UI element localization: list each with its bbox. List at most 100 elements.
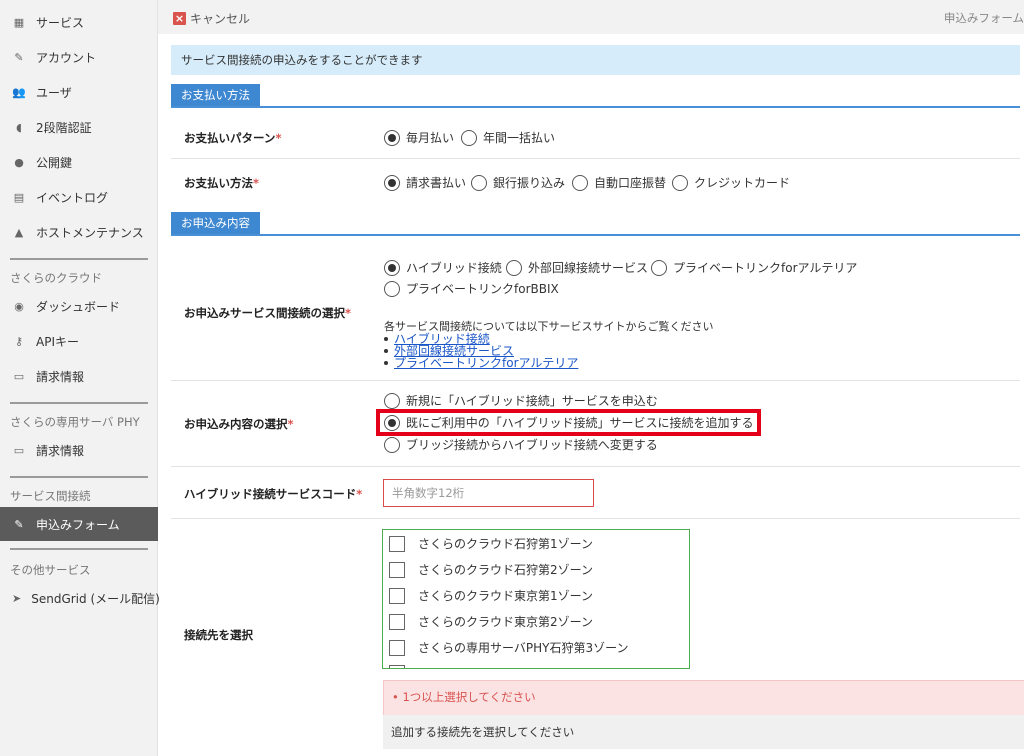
checkbox-label: さくらのクラウド石狩第1ゾーン [418,537,594,551]
radio-label: 年間一括払い [483,131,556,145]
highlight-box [376,409,761,436]
wrench-icon: ✎ [14,517,24,531]
sidebar-item-2fa[interactable]: ◖ 2段階認証 [0,110,158,144]
section-header-order: お申込み内容 [171,212,1020,236]
sidebar-item-api-key[interactable]: ⚷ APIキー [0,324,158,358]
checkbox-label: さくらのクラウド石狩第2ゾーン [418,563,594,577]
service-code-input[interactable]: 半角数字12桁 [383,479,594,507]
radio-icon [651,259,667,276]
radio-icon [672,174,688,191]
sidebar-item-label: 公開鍵 [36,155,73,170]
radio-label: 外部回線接続サービス [528,261,649,275]
radio-bridge-to-hybrid[interactable]: ブリッジ接続からハイブリッド接続へ変更する [384,436,658,453]
sidebar-section-title: その他サービス [10,563,91,577]
checkbox-icon [389,561,405,578]
required-mark: * [345,306,352,320]
label-text: お申込みサービス間接続の選択 [184,306,345,320]
service-links: ハイブリッド接続 外部回線接続サービス プライベートリンクforアルテリア [384,333,578,369]
required-mark: * [253,176,260,190]
cancel-label: キャンセル [190,12,251,26]
checkbox-ishikari-1[interactable]: さくらのクラウド石狩第1ゾーン [389,535,593,552]
sidebar-divider [10,402,148,404]
radio-bank-transfer[interactable]: 銀行振り込み [471,174,565,191]
list-item: プライベートリンクforアルテリア [384,357,578,369]
radio-icon [506,259,522,276]
radio-label: プライベートリンクforBBIX [406,282,559,296]
checkbox-ishikari-2[interactable]: さくらのクラウド石狩第2ゾーン [389,561,593,578]
radio-label: ブリッジ接続からハイブリッド接続へ変更する [406,438,658,452]
label-text: お支払いパターン [184,131,276,145]
close-icon: × [173,12,186,25]
radio-external-line[interactable]: 外部回線接続サービス [506,259,648,276]
radio-private-link-arteria[interactable]: プライベートリンクforアルテリア [651,259,857,276]
checkbox-partial [389,665,418,668]
sidebar-item-sendgrid[interactable]: ➤ SendGrid (メール配信) [0,581,160,615]
sidebar-item-dashboard[interactable]: ◉ ダッシュボード [0,289,158,323]
radio-label: 自動口座振替 [594,176,667,190]
section-title: お支払い方法 [171,84,260,106]
sidebar-item-users[interactable]: 👥 ユーザ [0,75,158,109]
sidebar-item-label: 請求情報 [36,369,85,384]
section-header-payment: お支払い方法 [171,84,1020,108]
sidebar-item-services[interactable]: ▦ サービス [0,5,158,39]
sidebar-divider [10,548,148,550]
required-mark: * [356,487,363,501]
card-icon: ▭ [13,369,25,383]
radio-monthly[interactable]: 毎月払い [384,129,454,146]
sidebar-item-application-form[interactable]: ✎ 申込みフォーム [0,507,158,541]
field-label-destination: 接続先を選択 [184,628,253,642]
link-private-link-arteria[interactable]: プライベートリンクforアルテリア [394,357,578,369]
bullet [384,361,388,365]
radio-yearly[interactable]: 年間一括払い [461,129,555,146]
sidebar-divider [10,258,148,260]
sidebar-item-host-maintenance[interactable]: ▲ ホストメンテナンス [0,215,158,249]
sidebar-item-label: アカウント [36,50,97,65]
checkbox-label: さくらの専用サーバPHY石狩第3ゾーン [418,641,629,655]
checkbox-tokyo-1[interactable]: さくらのクラウド東京第1ゾーン [389,587,593,604]
checkbox-phy-ishikari-3[interactable]: さくらの専用サーバPHY石狩第3ゾーン [389,639,629,656]
radio-icon [471,174,487,191]
radio-selected-icon [384,174,400,191]
info-banner: サービス間接続の申込みをすることができます [171,45,1020,75]
send-icon: ➤ [12,591,22,605]
radio-hybrid[interactable]: ハイブリッド接続 [384,259,502,276]
error-message: • 1つ以上選択してください [383,680,1024,715]
radio-icon [384,436,400,453]
checkbox-icon [389,613,405,630]
radio-label: ハイブリッド接続 [406,261,502,275]
bullet [384,349,388,353]
sidebar-item-phy-billing[interactable]: ▭ 請求情報 [0,433,158,467]
sidebar-item-event-log[interactable]: ▤ イベントログ [0,180,158,214]
radio-new-hybrid[interactable]: 新規に「ハイブリッド接続」サービスを申込む [384,392,658,409]
sidebar-item-billing[interactable]: ▭ 請求情報 [0,359,158,393]
row-divider [171,380,1020,381]
radio-credit-card[interactable]: クレジットカード [672,174,790,191]
radio-invoice[interactable]: 請求書払い [384,174,466,191]
sidebar-divider [10,476,148,478]
field-label-payment-pattern: お支払いパターン* [184,130,281,146]
sidebar-section-title: さくらのクラウド [10,271,102,285]
checkbox-tokyo-2[interactable]: さくらのクラウド東京第2ゾーン [389,613,593,630]
sidebar-item-account[interactable]: ✎ アカウント [0,40,158,74]
sidebar: ▦ サービス ✎ アカウント 👥 ユーザ ◖ 2段階認証 ● 公開鍵 ▤ イベントログ ▲ ホ… [0,0,160,756]
destination-checkbox-list[interactable]: さくらのクラウド石狩第1ゾーン さくらのクラウド石狩第2ゾーン さくらのクラウド… [382,529,690,669]
cancel-button[interactable]: × キャンセル [173,10,250,27]
field-label-service-code: ハイブリッド接続サービスコード* [184,486,362,502]
label-text: ハイブリッド接続サービスコード [184,487,357,501]
sidebar-item-label: APIキー [36,334,79,349]
checkbox-label: さくらのクラウド東京第1ゾーン [418,589,594,603]
field-label-payment-method: お支払い方法* [184,175,259,191]
sidebar-item-label: 請求情報 [36,443,85,458]
radio-private-link-bbix[interactable]: プライベートリンクforBBIX [384,280,559,297]
sidebar-section-title: さくらの専用サーバ PHY [10,415,140,429]
sidebar-item-public-key[interactable]: ● 公開鍵 [0,145,158,179]
radio-auto-debit[interactable]: 自動口座振替 [572,174,666,191]
checkbox-icon [389,639,405,656]
label-text: お申込み内容の選択 [184,417,288,431]
radio-label: 新規に「ハイブリッド接続」サービスを申込む [406,394,658,408]
wrench-icon: ✎ [14,50,24,64]
card-icon: ▭ [13,443,25,457]
document-icon: ▤ [13,190,25,204]
sidebar-item-label: サービス [36,15,85,30]
dashboard-icon: ◉ [14,299,24,313]
